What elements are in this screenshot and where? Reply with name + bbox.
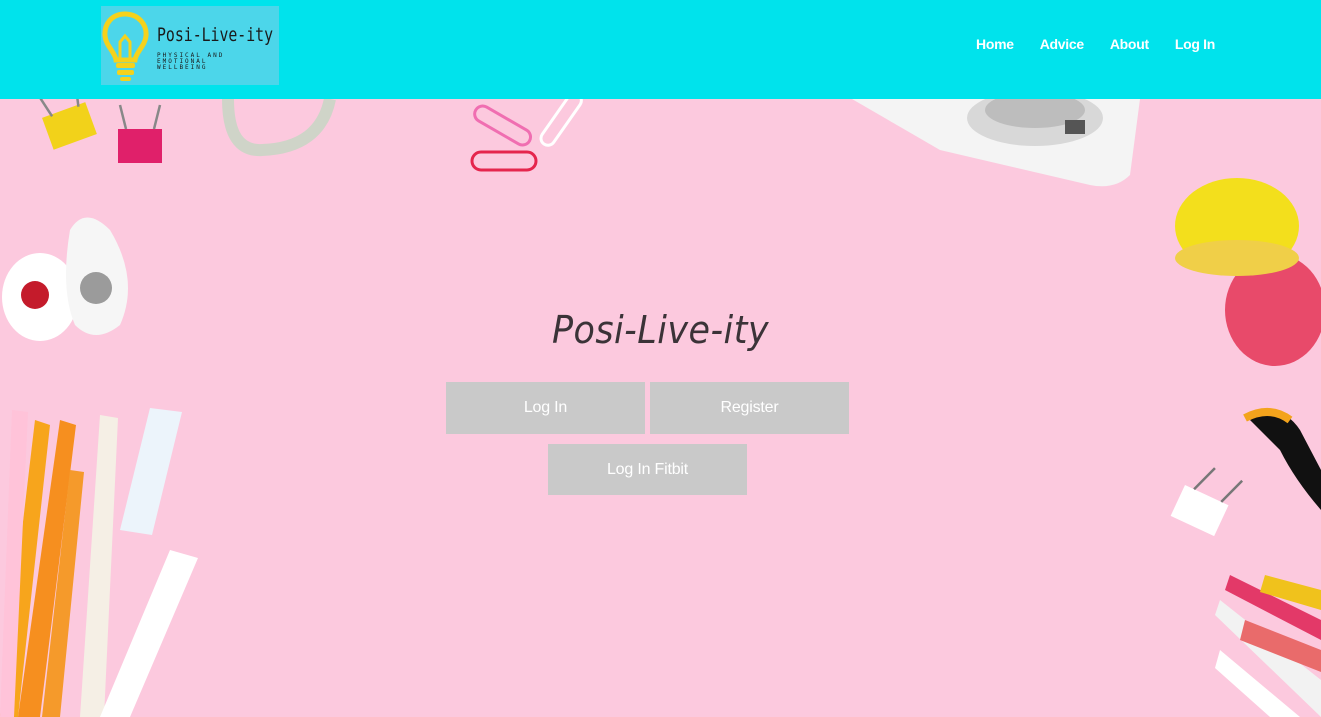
nav-about[interactable]: About: [1110, 36, 1149, 52]
logo-title: Posi-Live-ity: [157, 24, 274, 46]
nav-home[interactable]: Home: [976, 36, 1014, 52]
binder-clip-white: [1170, 467, 1244, 537]
toucan-sticker: [1243, 408, 1321, 510]
lightbulb-icon: [102, 11, 149, 81]
login-button[interactable]: Log In: [446, 382, 645, 434]
nav-advice[interactable]: Advice: [1040, 36, 1084, 52]
page: Posi-Live-ity Physical and emotional wel…: [0, 0, 1321, 717]
crayons: [1215, 575, 1321, 717]
nav-links: Home Advice About Log In: [950, 36, 1215, 52]
navbar: Posi-Live-ity Physical and emotional wel…: [0, 0, 1321, 99]
logo-subtitle: Physical and emotional wellbeing: [157, 52, 225, 71]
binder-clip-pink: [118, 104, 162, 163]
logo[interactable]: Posi-Live-ity Physical and emotional wel…: [101, 6, 279, 85]
register-button[interactable]: Register: [650, 382, 849, 434]
pencils: [0, 408, 198, 717]
paper-clips: [470, 92, 583, 172]
scissors-handle: [222, 97, 336, 157]
background-desk-illustration: [0, 80, 1321, 717]
nav-login[interactable]: Log In: [1175, 36, 1215, 52]
camera: [852, 90, 1140, 187]
login-fitbit-button[interactable]: Log In Fitbit: [548, 444, 747, 495]
hero-title: Posi-Live-ity: [551, 308, 770, 352]
